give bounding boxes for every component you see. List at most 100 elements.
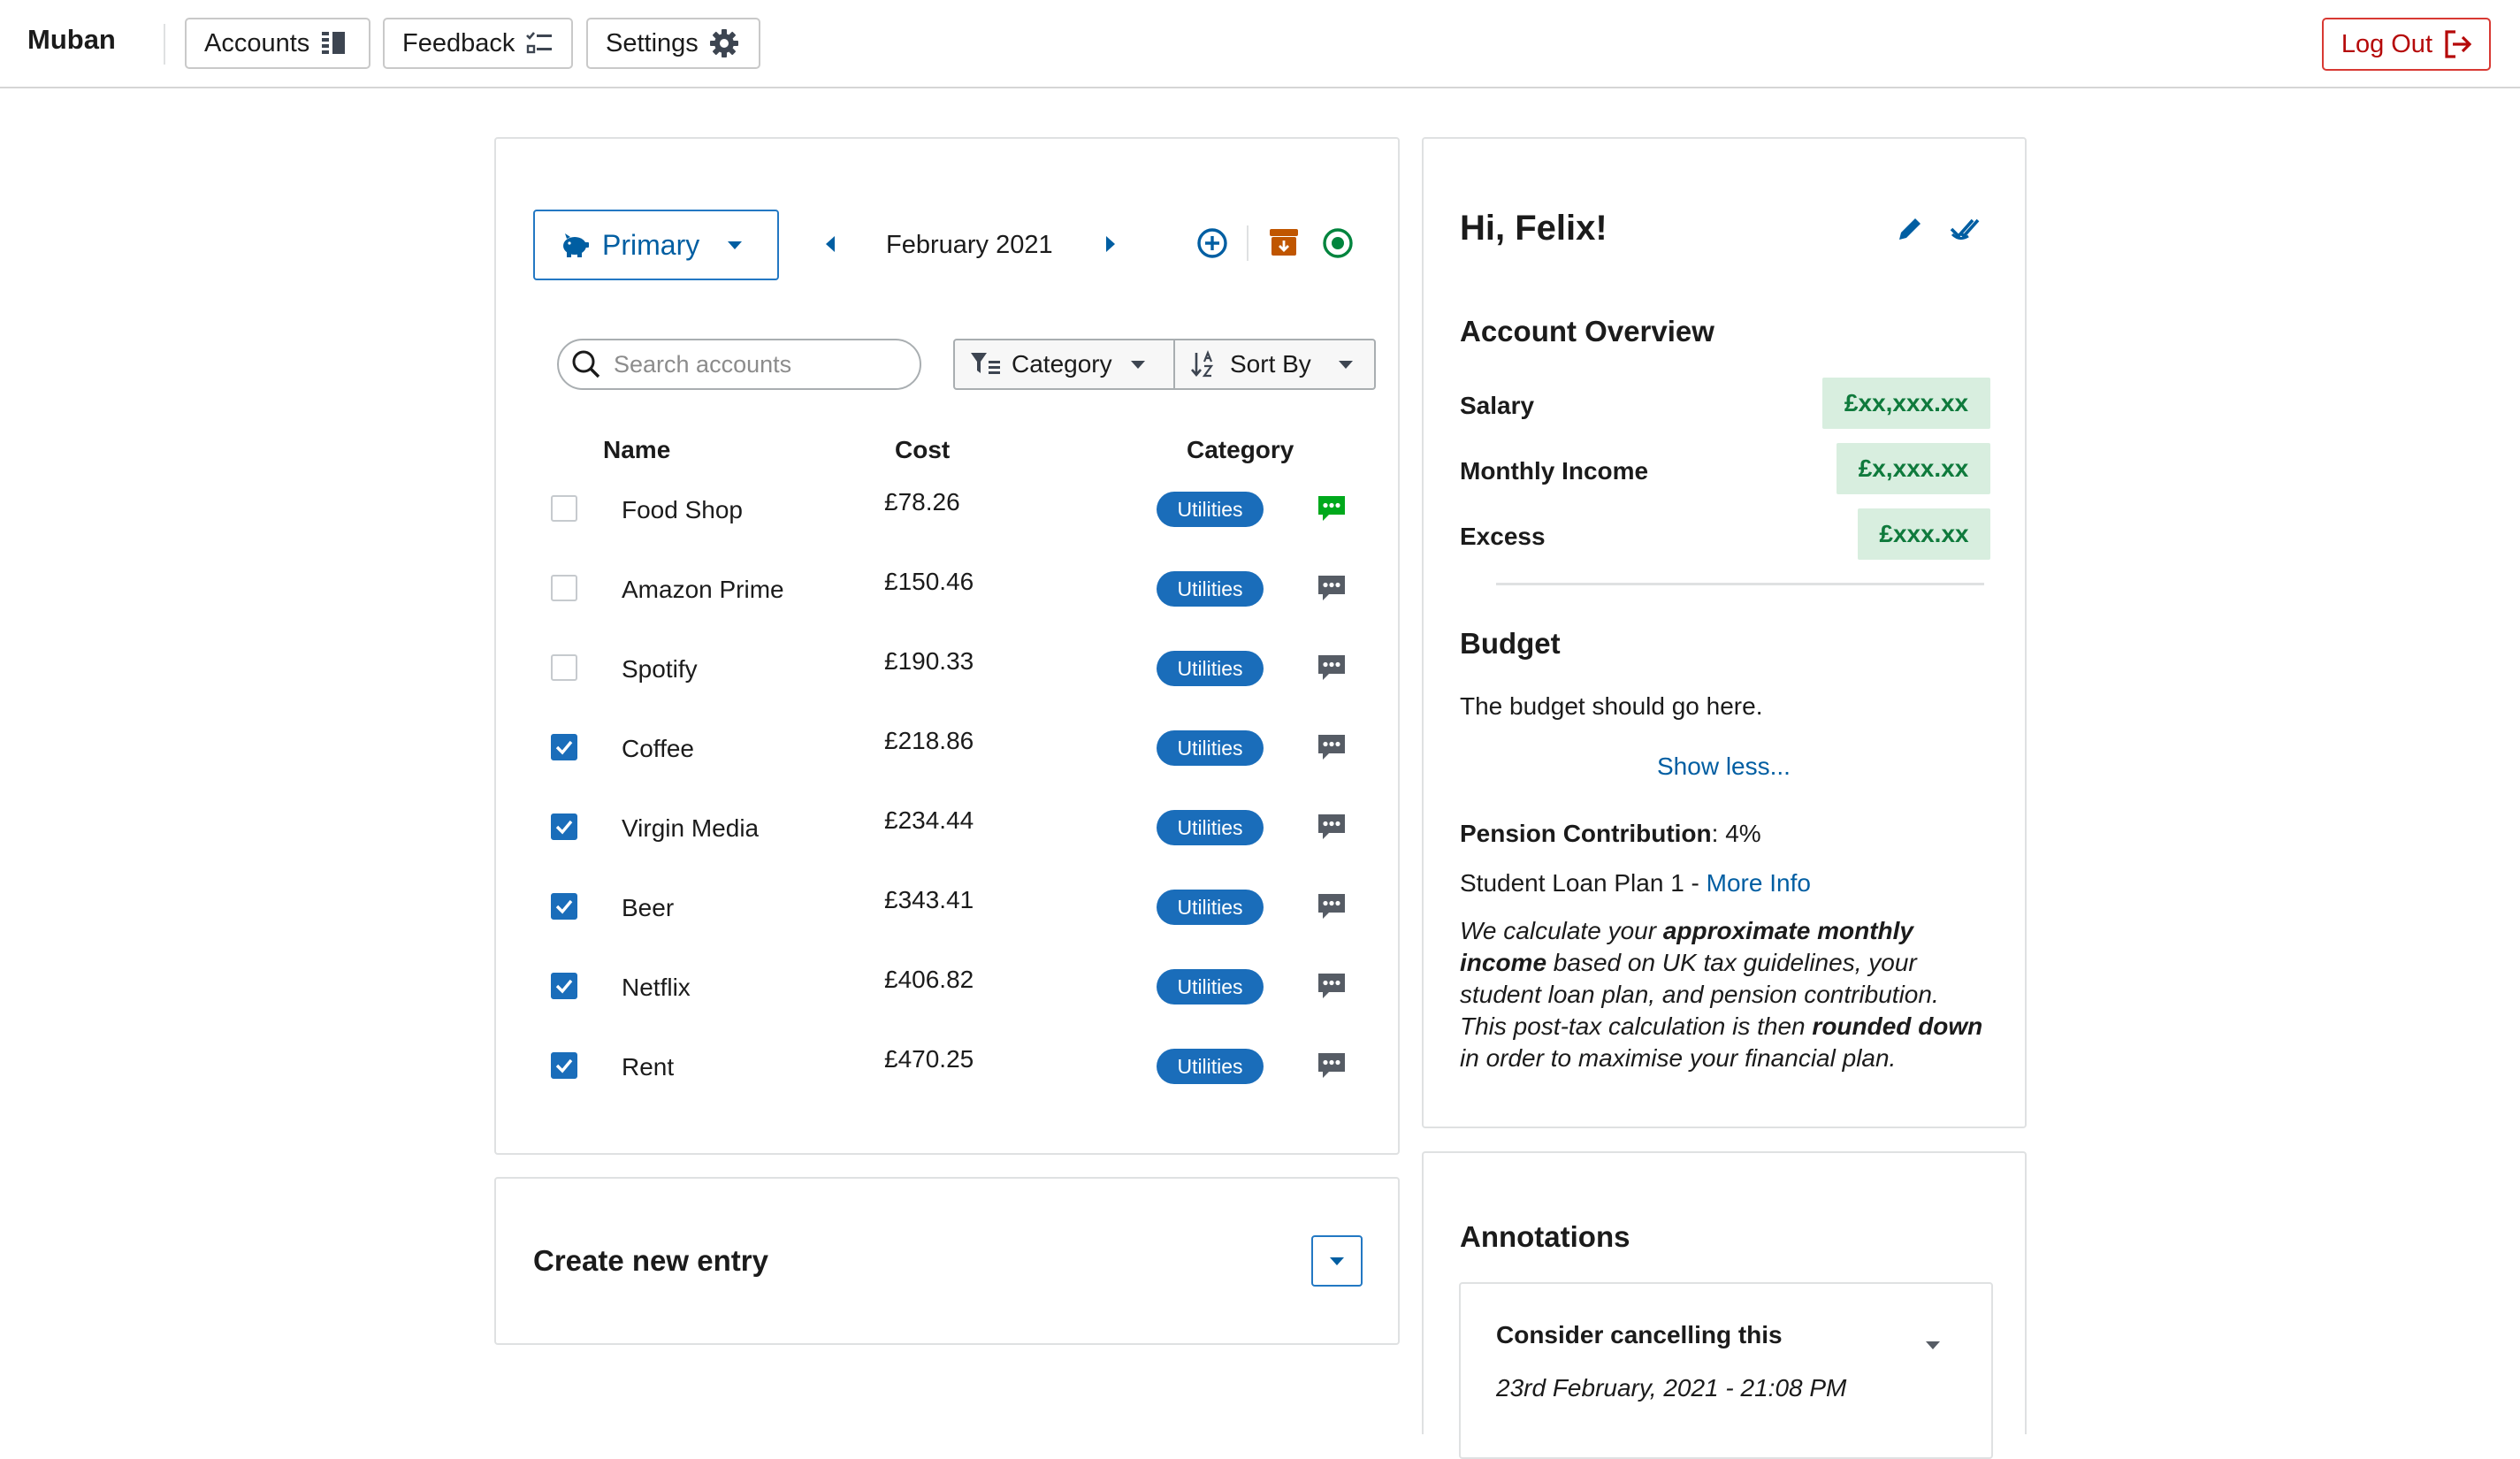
table-row: Beer £343.41 Utilities — [496, 867, 1398, 946]
category-filter-button[interactable]: Category — [955, 340, 1173, 388]
table-row: Virgin Media £234.44 Utilities — [496, 787, 1398, 867]
comment-icon[interactable] — [1317, 733, 1347, 761]
row-name: Food Shop — [622, 496, 743, 523]
month-label: February 2021 — [886, 231, 1053, 259]
category-tag[interactable]: Utilities — [1157, 730, 1264, 766]
row-checkbox[interactable] — [551, 575, 577, 601]
row-checkbox[interactable] — [551, 1052, 577, 1079]
account-select[interactable]: Primary — [533, 210, 779, 280]
category-tag[interactable]: Utilities — [1157, 890, 1264, 925]
comment-icon[interactable] — [1317, 813, 1347, 841]
greeting: Hi, Felix! — [1460, 209, 1607, 248]
account-select-label: Primary — [602, 228, 700, 261]
accounts-nav-button[interactable]: Accounts — [185, 18, 370, 69]
comment-icon[interactable] — [1317, 653, 1347, 682]
column-header-cost: Cost — [895, 436, 951, 463]
logout-button[interactable]: Log Out — [2321, 18, 2491, 71]
sort-by-button[interactable]: Sort By — [1173, 340, 1374, 388]
tax-note-text: We calculate your — [1460, 917, 1663, 944]
previous-month-icon[interactable] — [823, 234, 837, 254]
category-tag[interactable]: Utilities — [1157, 651, 1264, 686]
excess-label: Excess — [1460, 523, 1546, 550]
annotations-title: Annotations — [1460, 1220, 1630, 1253]
annotation-date: 23rd February, 2021 - 21:08 PM — [1496, 1374, 1847, 1402]
checkmark-icon — [555, 820, 573, 835]
student-loan-line: Student Loan Plan 1 - More Info — [1460, 869, 1811, 898]
row-name: Netflix — [622, 974, 691, 1001]
comment-icon[interactable] — [1317, 494, 1347, 523]
toolbar-divider — [1247, 225, 1249, 261]
add-circle-icon[interactable] — [1195, 226, 1229, 260]
row-name: Rent — [622, 1053, 675, 1081]
row-checkbox[interactable] — [551, 973, 577, 999]
annotation-item[interactable]: Consider cancelling this 23rd February, … — [1459, 1282, 1993, 1459]
double-check-icon[interactable] — [1949, 215, 1982, 243]
category-tag[interactable]: Utilities — [1157, 810, 1264, 845]
filter-sort-group: Category Sort By — [953, 339, 1376, 390]
search-icon — [572, 350, 600, 378]
gear-icon — [709, 29, 738, 57]
brand-logo[interactable]: Muban — [27, 24, 116, 56]
search-field[interactable] — [557, 339, 921, 390]
comment-icon[interactable] — [1317, 892, 1347, 920]
archive-icon[interactable] — [1268, 226, 1300, 258]
comment-icon[interactable] — [1317, 574, 1347, 602]
row-name: Virgin Media — [622, 814, 760, 842]
row-cost: £470.25 — [884, 1045, 974, 1073]
comment-icon[interactable] — [1317, 1051, 1347, 1080]
account-overview-title: Account Overview — [1460, 315, 1714, 348]
annotations-card: Annotations Consider cancelling this 23r… — [1422, 1151, 2027, 1459]
comment-icon[interactable] — [1317, 972, 1347, 1000]
accounts-nav-label: Accounts — [204, 28, 310, 57]
sort-by-label: Sort By — [1230, 350, 1311, 378]
student-loan-text: Student Loan Plan 1 - — [1460, 869, 1707, 897]
tax-explanation: We calculate your approximate monthly in… — [1460, 915, 1990, 1074]
filter-icon — [971, 353, 1000, 374]
salary-label: Salary — [1460, 392, 1535, 419]
tax-note-text: in order to maximise your financial plan… — [1460, 1044, 1897, 1072]
logout-icon — [2445, 30, 2472, 58]
caret-down-icon — [1130, 361, 1145, 369]
category-tag[interactable]: Utilities — [1157, 1049, 1264, 1084]
budget-title: Budget — [1460, 627, 1561, 660]
top-navbar: Muban Accounts Feedback Settings Log Out — [0, 0, 2520, 88]
table-row: Food Shop £78.26 Utilities — [496, 469, 1398, 548]
row-checkbox[interactable] — [551, 814, 577, 840]
more-info-link[interactable]: More Info — [1707, 869, 1811, 897]
search-input[interactable] — [612, 349, 907, 379]
caret-down-icon[interactable] — [1924, 1339, 1942, 1351]
create-entry-card: Create new entry — [494, 1177, 1400, 1345]
section-divider — [1496, 583, 1984, 585]
record-icon[interactable] — [1321, 226, 1355, 260]
logout-label: Log Out — [2341, 29, 2432, 58]
pension-value: : 4% — [1711, 820, 1761, 847]
row-cost: £218.86 — [884, 727, 974, 754]
checkmark-icon — [555, 1058, 573, 1073]
checkmark-icon — [555, 979, 573, 994]
show-less-link[interactable]: Show less... — [1657, 752, 1791, 781]
category-tag[interactable]: Utilities — [1157, 969, 1264, 1004]
row-checkbox[interactable] — [551, 495, 577, 522]
row-checkbox[interactable] — [551, 734, 577, 760]
feedback-nav-label: Feedback — [402, 28, 515, 57]
settings-nav-label: Settings — [606, 28, 699, 57]
feedback-nav-button[interactable]: Feedback — [383, 18, 573, 69]
next-month-icon[interactable] — [1103, 234, 1118, 254]
create-entry-title: Create new entry — [533, 1244, 768, 1277]
settings-nav-button[interactable]: Settings — [586, 18, 760, 69]
table-row: Rent £470.25 Utilities — [496, 1026, 1398, 1105]
pencil-icon[interactable] — [1896, 215, 1924, 243]
category-tag[interactable]: Utilities — [1157, 571, 1264, 607]
row-cost: £150.46 — [884, 568, 974, 595]
row-cost: £234.44 — [884, 806, 974, 834]
expand-create-entry-button[interactable] — [1311, 1235, 1363, 1287]
monthly-income-label: Monthly Income — [1460, 457, 1649, 485]
row-checkbox[interactable] — [551, 893, 577, 920]
budget-text: The budget should go here. — [1460, 692, 1763, 720]
category-tag[interactable]: Utilities — [1157, 492, 1264, 527]
caret-down-icon — [1338, 361, 1353, 369]
row-checkbox[interactable] — [551, 654, 577, 681]
monthly-income-value: £x,xxx.xx — [1837, 443, 1990, 494]
category-filter-label: Category — [1012, 350, 1112, 378]
table-row: Netflix £406.82 Utilities — [496, 946, 1398, 1026]
